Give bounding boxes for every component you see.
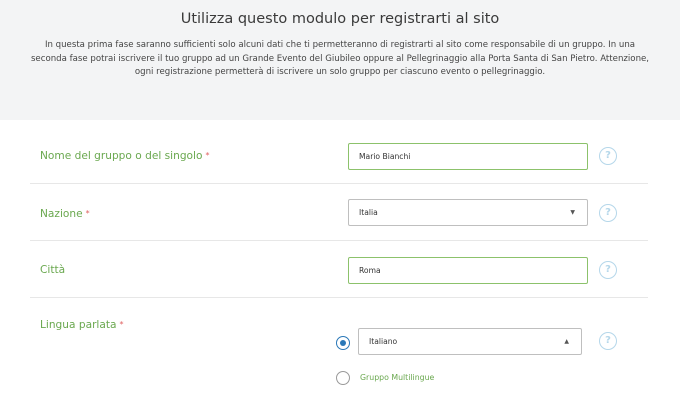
group-name-label: Nome del gruppo o del singolo * <box>40 150 210 162</box>
group-name-input[interactable] <box>348 143 588 170</box>
nation-row: Nazione * Italia ▼ ? <box>30 184 648 241</box>
help-icon[interactable]: ? <box>599 204 617 222</box>
intro-panel: Utilizza questo modulo per registrarti a… <box>0 0 680 120</box>
city-input[interactable] <box>348 257 588 284</box>
nation-label: Nazione * <box>40 208 90 220</box>
required-marker: * <box>85 209 90 218</box>
language-label: Lingua parlata * <box>40 319 124 331</box>
required-marker: * <box>205 151 210 160</box>
city-label: Città <box>40 264 66 276</box>
chevron-down-icon: ▼ <box>570 209 575 216</box>
multilingual-radio[interactable] <box>336 371 350 385</box>
language-select-value: Italiano <box>369 337 398 346</box>
required-marker: * <box>119 320 124 329</box>
language-row: Lingua parlata * Italiano ▲ ? Gruppo Mult… <box>30 298 648 400</box>
help-icon[interactable]: ? <box>599 147 617 165</box>
city-row: Città ? <box>30 241 648 298</box>
multilingual-label[interactable]: Gruppo Multilingue <box>360 373 434 382</box>
nation-select-value: Italia <box>359 208 378 217</box>
nation-select[interactable]: Italia ▼ <box>348 199 588 226</box>
language-radio-single[interactable] <box>336 336 350 350</box>
page-title: Utilizza questo modulo per registrarti a… <box>180 11 500 27</box>
language-select[interactable]: Italiano ▲ <box>358 328 582 355</box>
intro-description: In questa prima fase saranno sufficienti… <box>30 40 650 77</box>
group-name-row: Nome del gruppo o del singolo* ? <box>30 127 648 184</box>
help-icon[interactable]: ? <box>599 261 617 279</box>
chevron-up-icon: ▲ <box>564 338 569 345</box>
help-icon[interactable]: ? <box>599 332 617 350</box>
